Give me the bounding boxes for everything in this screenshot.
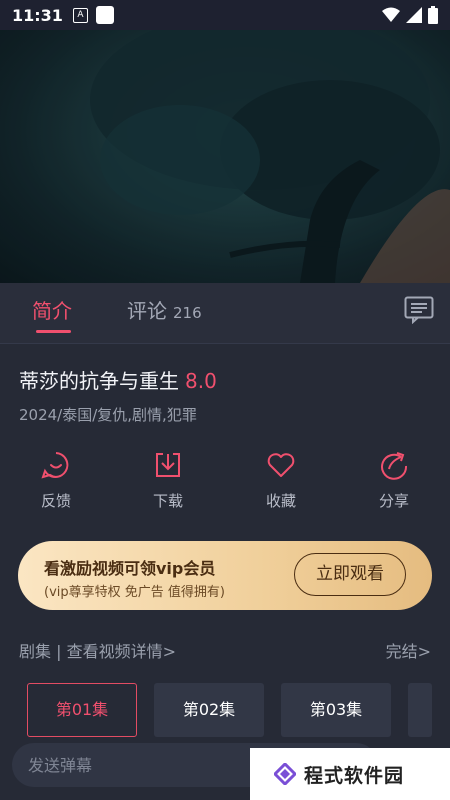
download-icon xyxy=(156,453,180,477)
notification-square-icon xyxy=(95,6,114,24)
episode-item[interactable]: 第03集 xyxy=(281,683,391,737)
detail-tabs: 简介 评论 216 xyxy=(0,283,450,344)
signal-icon xyxy=(406,7,422,23)
episodes-header: 剧集 | 查看视频详情> 完结> xyxy=(19,638,431,662)
watermark: 程式软件园 xyxy=(250,748,450,800)
watermark-logo-icon xyxy=(274,763,296,785)
tab-comments-label: 评论 xyxy=(127,299,167,323)
share-icon xyxy=(381,452,408,480)
vip-title: 看激励视频可领vip会员 xyxy=(44,559,216,578)
vip-subtitle: (vip尊享特权 免广告 值得拥有) xyxy=(44,585,225,600)
status-bar: 11:31 A xyxy=(0,0,450,30)
favorite-button[interactable]: 收藏 xyxy=(251,450,311,511)
tab-active-indicator xyxy=(36,330,71,333)
notification-a-icon: A xyxy=(72,7,88,23)
vip-promo-banner[interactable]: 看激励视频可领vip会员 (vip尊享特权 免广告 值得拥有) 立即观看 xyxy=(18,541,432,610)
feedback-label: 反馈 xyxy=(40,492,71,510)
episode-item-partial[interactable] xyxy=(408,683,432,737)
video-player[interactable] xyxy=(0,30,450,283)
danmaku-list-icon[interactable] xyxy=(404,296,434,324)
status-time: 11:31 xyxy=(12,5,63,25)
episode-list: 第01集 第02集 第03集 xyxy=(27,683,450,739)
action-row: 反馈 下载 收藏 分享 xyxy=(0,450,450,520)
download-button[interactable]: 下载 xyxy=(138,450,198,511)
feedback-icon xyxy=(41,452,69,479)
show-title: 蒂莎的抗争与重生 8.0 xyxy=(19,365,217,394)
share-label: 分享 xyxy=(378,492,409,510)
episodes-detail-link[interactable]: 剧集 | 查看视频详情> xyxy=(19,642,176,661)
watch-now-button[interactable]: 立即观看 xyxy=(294,553,406,596)
video-frame-tree-image xyxy=(0,30,450,283)
show-score: 8.0 xyxy=(185,369,217,393)
show-tags: 2024/泰国/复仇,剧情,犯罪 xyxy=(19,406,197,424)
tab-intro[interactable]: 简介 xyxy=(32,295,72,324)
wifi-icon xyxy=(382,7,400,22)
comments-count: 216 xyxy=(173,304,202,322)
battery-icon xyxy=(428,6,438,24)
heart-icon xyxy=(267,453,295,477)
download-label: 下载 xyxy=(152,492,183,510)
feedback-button[interactable]: 反馈 xyxy=(26,450,86,511)
episode-item[interactable]: 第01集 xyxy=(27,683,137,737)
episodes-status-link[interactable]: 完结> xyxy=(386,638,431,662)
show-title-text: 蒂莎的抗争与重生 xyxy=(19,369,179,393)
share-button[interactable]: 分享 xyxy=(364,450,424,511)
favorite-label: 收藏 xyxy=(265,492,296,510)
watermark-text: 程式软件园 xyxy=(304,764,405,787)
episode-item[interactable]: 第02集 xyxy=(154,683,264,737)
tab-comments[interactable]: 评论 216 xyxy=(127,295,202,324)
